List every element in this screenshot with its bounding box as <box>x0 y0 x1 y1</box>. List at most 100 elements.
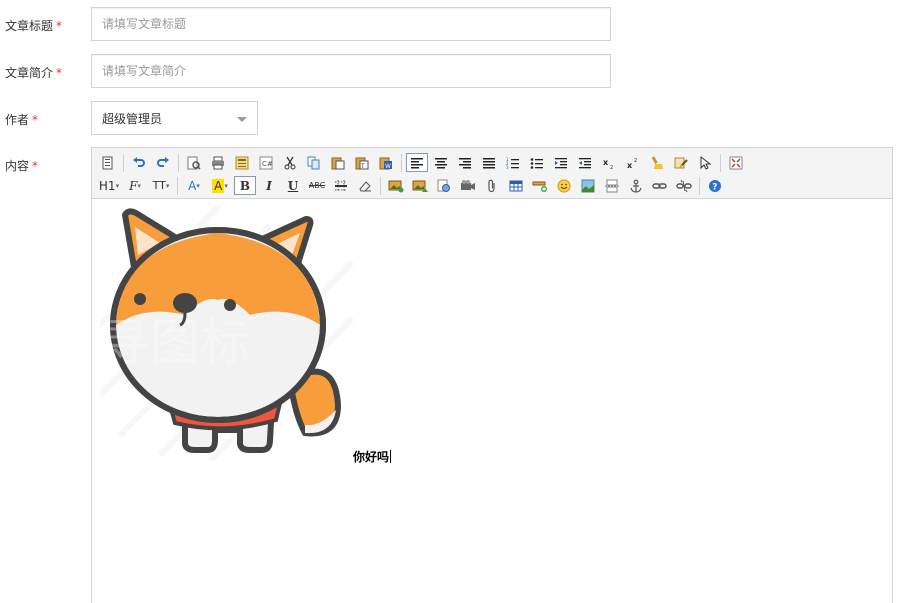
editor-content-area[interactable]: 寻图标 你好吗 <box>92 199 892 603</box>
heading-dropdown[interactable]: H1 ▾ <box>96 176 122 196</box>
summary-label: 文章简介 * <box>5 64 62 81</box>
content-label: 内容 * <box>5 157 38 174</box>
attachment-icon[interactable] <box>480 176 504 196</box>
paste-icon[interactable] <box>326 153 350 173</box>
toolbar-divider <box>177 176 178 195</box>
title-label-text: 文章标题 <box>5 19 54 33</box>
strikethrough-button[interactable]: ABC <box>305 176 329 196</box>
italic-button[interactable]: I <box>257 176 281 196</box>
paste-word-icon[interactable]: W <box>374 153 398 173</box>
title-input[interactable] <box>91 7 611 41</box>
highlight-color-dropdown[interactable]: A ▾ <box>207 176 233 196</box>
font-color-dropdown[interactable]: A ▾ <box>181 176 207 196</box>
author-select[interactable]: 超级管理员 <box>91 101 258 135</box>
text-cursor <box>390 450 392 463</box>
font-color-label: A <box>188 178 197 193</box>
heading-label: H1 <box>98 178 116 193</box>
insert-row-icon[interactable] <box>528 176 552 196</box>
fox-mascot-image[interactable]: 寻图标 <box>100 205 353 461</box>
help-icon[interactable]: ? <box>703 176 727 196</box>
editor-body-text: 你好吗 <box>353 448 392 465</box>
template-icon[interactable] <box>230 153 254 173</box>
outdent-icon[interactable] <box>573 153 597 173</box>
svg-text:2: 2 <box>610 165 613 169</box>
toolbar-divider <box>123 153 124 172</box>
code-block-icon[interactable]: C# <box>254 153 278 173</box>
caret-down-icon: ▾ <box>224 181 228 190</box>
content-label-text: 内容 <box>5 159 30 173</box>
select-all-cursor-icon[interactable] <box>693 153 717 173</box>
preview-icon[interactable] <box>182 153 206 173</box>
author-selected-value: 超级管理员 <box>102 111 163 126</box>
unordered-list-icon[interactable] <box>525 153 549 173</box>
svg-text:x: x <box>603 158 609 167</box>
subscript-icon[interactable]: x2 <box>597 153 621 173</box>
toolbar-divider <box>720 153 721 172</box>
svg-text:T: T <box>360 163 365 170</box>
summary-input[interactable] <box>91 54 611 88</box>
multi-image-icon[interactable] <box>408 176 432 196</box>
indent-icon[interactable] <box>549 153 573 173</box>
chevron-down-icon <box>237 117 247 122</box>
cut-icon[interactable] <box>278 153 302 173</box>
title-label: 文章标题 * <box>5 17 62 34</box>
emoticon-icon[interactable] <box>552 176 576 196</box>
strikethrough-label: ABC <box>308 181 326 190</box>
underline-label: U <box>287 178 299 193</box>
required-mark: * <box>56 19 63 33</box>
required-mark: * <box>56 66 63 80</box>
insert-image-icon[interactable] <box>384 176 408 196</box>
page-break-icon[interactable] <box>600 176 624 196</box>
link-icon[interactable] <box>648 176 672 196</box>
paste-text-icon[interactable]: T <box>350 153 374 173</box>
eraser-icon[interactable] <box>353 176 377 196</box>
svg-text:?: ? <box>712 182 717 192</box>
background-image-icon[interactable] <box>576 176 600 196</box>
unlink-icon[interactable] <box>672 176 696 196</box>
font-family-label: F <box>129 178 138 193</box>
summary-label-text: 文章简介 <box>5 66 54 80</box>
insert-video-icon[interactable] <box>456 176 480 196</box>
watermark-text: 寻图标 <box>100 314 250 372</box>
toolbar-row-2: H1 ▾ F ▾ TT ▾ A ▾ A ▾ B I U ABC ? <box>96 174 888 197</box>
editor-toolbar: C# T W 1 2 3 x 2 x 2 H1 ▾ F ▾ TT ▾ A ▾ A… <box>92 148 892 199</box>
undo-icon[interactable] <box>127 153 151 173</box>
scrawl-icon[interactable] <box>432 176 456 196</box>
underline-button[interactable]: U <box>281 176 305 196</box>
fullscreen-icon[interactable] <box>724 153 748 173</box>
toolbar-divider <box>699 176 700 195</box>
align-justify-icon[interactable] <box>477 153 501 173</box>
print-icon[interactable] <box>206 153 230 173</box>
bold-label: B <box>239 178 251 193</box>
caret-down-icon: ▾ <box>137 181 141 190</box>
toolbar-divider <box>401 153 402 172</box>
anchor-icon[interactable] <box>624 176 648 196</box>
clear-format-brush-icon[interactable] <box>645 153 669 173</box>
horizontal-rule-icon[interactable] <box>329 176 353 196</box>
required-mark: * <box>32 159 39 173</box>
format-painter-icon[interactable] <box>669 153 693 173</box>
redo-icon[interactable] <box>151 153 175 173</box>
toolbar-row-1: C# T W 1 2 3 x 2 x 2 <box>96 151 888 174</box>
toolbar-divider <box>380 176 381 195</box>
ordered-list-icon[interactable]: 123 <box>501 153 525 173</box>
caret-down-icon: ▾ <box>165 181 170 190</box>
align-center-icon[interactable] <box>429 153 453 173</box>
superscript-icon[interactable]: x2 <box>621 153 645 173</box>
rich-text-editor: C# T W 1 2 3 x 2 x 2 H1 ▾ F ▾ TT ▾ A ▾ A… <box>91 147 893 603</box>
body-text-content: 你好吗 <box>353 450 390 464</box>
align-left-icon[interactable] <box>406 153 428 172</box>
align-right-icon[interactable] <box>453 153 477 173</box>
svg-text:x: x <box>627 161 633 169</box>
copy-icon[interactable] <box>302 153 326 173</box>
source-code-icon[interactable] <box>96 153 120 173</box>
svg-text:W: W <box>385 163 391 170</box>
italic-label: I <box>266 178 272 193</box>
font-family-dropdown[interactable]: F ▾ <box>122 176 148 196</box>
svg-text:C#: C# <box>262 160 273 168</box>
svg-text:3: 3 <box>506 165 509 169</box>
author-label-text: 作者 <box>5 113 30 127</box>
font-size-dropdown[interactable]: TT ▾ <box>148 176 174 196</box>
insert-table-icon[interactable] <box>504 176 528 196</box>
bold-button[interactable]: B <box>234 176 256 195</box>
